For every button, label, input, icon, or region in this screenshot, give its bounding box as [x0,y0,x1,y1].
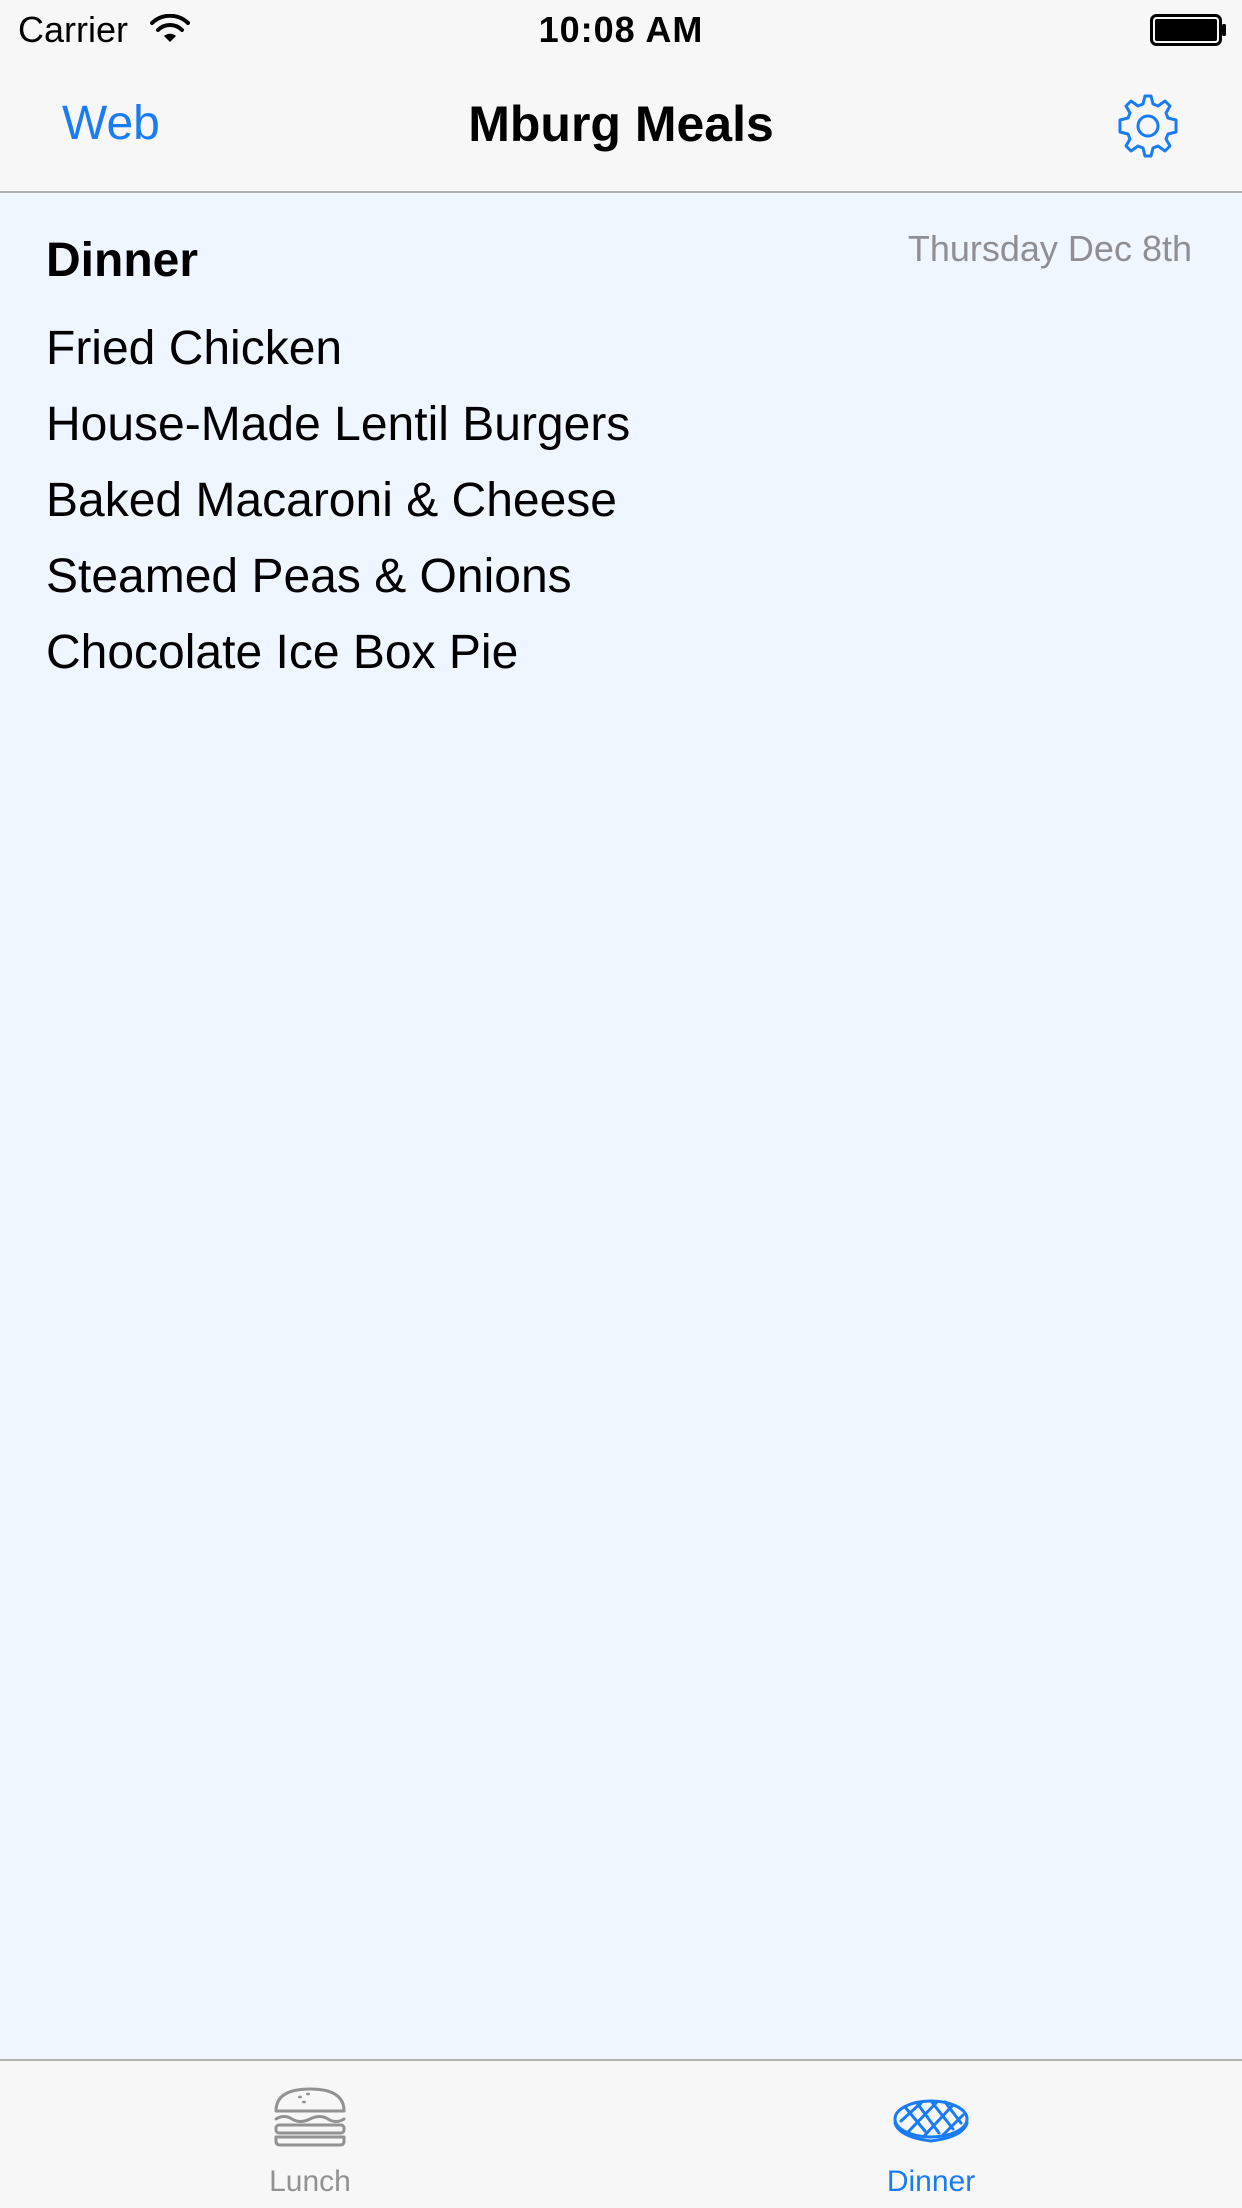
tab-label-lunch: Lunch [269,2165,351,2198]
tab-lunch[interactable]: Lunch [180,2061,440,2208]
meal-content: Dinner Thursday Dec 8th Fried Chicken Ho… [0,193,1242,2059]
status-time: 10:08 AM [538,9,704,50]
tab-label-dinner: Dinner [886,2165,976,2198]
tab-bar: Lunch Dinner [0,2059,1242,2208]
status-bar: Carrier 10:08 AM [0,0,1242,60]
menu-list: Fried Chicken House-Made Lentil Burgers … [46,311,630,691]
menu-item: Chocolate Ice Box Pie [46,626,519,679]
menu-item: Baked Macaroni & Cheese [46,474,617,527]
navigation-bar: Web Mburg Meals [0,60,1242,193]
page-title: Mburg Meals [468,96,774,152]
meal-heading: Dinner [46,234,199,287]
gear-icon[interactable] [1112,90,1184,162]
battery-icon [1150,14,1226,46]
menu-item: Fried Chicken [46,322,343,375]
burger-icon [274,2087,346,2147]
tab-dinner[interactable]: Dinner [801,2061,1061,2208]
menu-item: House-Made Lentil Burgers [46,398,631,451]
menu-item: Steamed Peas & Onions [46,550,572,603]
steak-icon [893,2099,969,2143]
meal-date: Thursday Dec 8th [907,228,1192,269]
app-screen: Carrier 10:08 AM Web Mburg Meals Dinner … [0,0,1242,2208]
